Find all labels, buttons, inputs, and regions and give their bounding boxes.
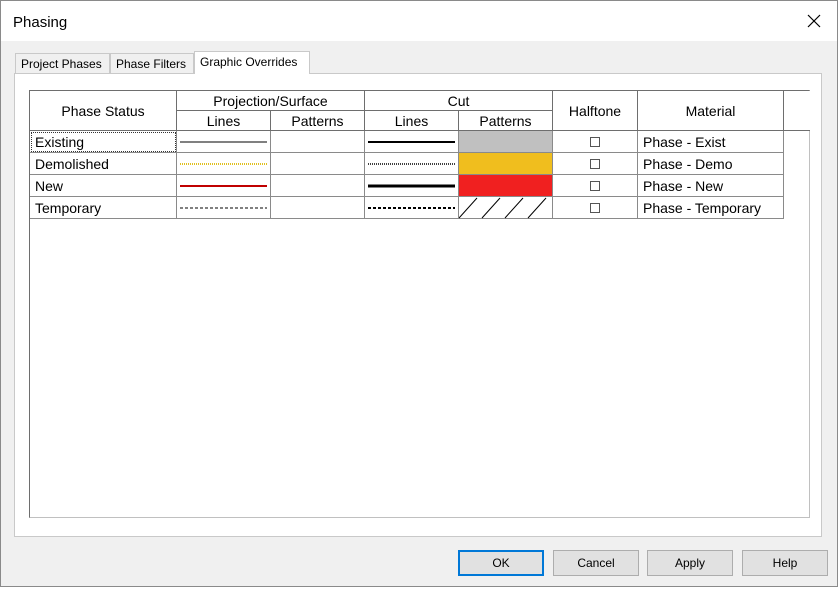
header-projection-patterns: Patterns	[271, 111, 365, 131]
row-new-status[interactable]: New	[30, 175, 177, 197]
row-demolished-status[interactable]: Demolished	[30, 153, 177, 175]
close-button[interactable]	[797, 6, 831, 36]
row-existing-halftone[interactable]	[553, 131, 638, 153]
header-material: Material	[638, 91, 784, 131]
row-existing-projection-lines[interactable]	[177, 131, 271, 153]
header-cut-lines: Lines	[365, 111, 459, 131]
row-demolished-projection-patterns[interactable]	[271, 153, 365, 175]
row-demolished-cut-patterns[interactable]	[459, 153, 553, 175]
row-demolished-halftone[interactable]	[553, 153, 638, 175]
line-sample	[368, 184, 455, 187]
line-sample	[368, 206, 455, 209]
row-existing-projection-patterns[interactable]	[271, 131, 365, 153]
row-temporary-halftone[interactable]	[553, 197, 638, 219]
halftone-checkbox[interactable]	[590, 180, 600, 191]
header-phase-status: Phase Status	[30, 91, 177, 131]
row-temporary-projection-lines[interactable]	[177, 197, 271, 219]
apply-button[interactable]: Apply	[647, 550, 733, 576]
header-halftone: Halftone	[553, 91, 638, 131]
tab-project-phases[interactable]: Project Phases	[15, 53, 110, 73]
line-sample	[180, 207, 267, 208]
row-demolished-cut-lines[interactable]	[365, 153, 459, 175]
row-temporary-projection-patterns[interactable]	[271, 197, 365, 219]
line-sample	[368, 140, 455, 143]
line-sample	[180, 184, 267, 187]
tab-graphic-overrides[interactable]: Graphic Overrides	[194, 51, 310, 74]
header-cut-patterns: Patterns	[459, 111, 553, 131]
header-projection-surface: Projection/Surface	[177, 91, 365, 111]
close-icon	[807, 14, 821, 28]
row-temporary-material[interactable]: Phase - Temporary	[638, 197, 784, 219]
row-existing-cut-lines[interactable]	[365, 131, 459, 153]
header-spacer	[784, 91, 810, 131]
row-demolished-material[interactable]: Phase - Demo	[638, 153, 784, 175]
row-new-projection-lines[interactable]	[177, 175, 271, 197]
cancel-button[interactable]: Cancel	[553, 550, 639, 576]
phasing-dialog: Phasing Project Phases Phase Filters Gra…	[0, 0, 838, 587]
header-projection-lines: Lines	[177, 111, 271, 131]
row-existing-material[interactable]: Phase - Exist	[638, 131, 784, 153]
help-button[interactable]: Help	[742, 550, 828, 576]
row-existing-status[interactable]: Existing	[30, 131, 177, 153]
window-title: Phasing	[13, 14, 68, 31]
tab-phase-filters[interactable]: Phase Filters	[110, 53, 194, 73]
graphic-overrides-panel: Phase Status Projection/Surface Cut Half…	[14, 73, 822, 537]
row-new-cut-patterns[interactable]	[459, 175, 553, 197]
halftone-checkbox[interactable]	[590, 136, 600, 147]
overrides-grid: Phase Status Projection/Surface Cut Half…	[29, 90, 810, 518]
row-temporary-cut-patterns[interactable]	[459, 197, 553, 219]
title-bar: Phasing	[1, 1, 837, 41]
line-sample	[368, 162, 455, 165]
row-new-cut-lines[interactable]	[365, 175, 459, 197]
line-sample	[180, 141, 267, 142]
row-existing-cut-patterns[interactable]	[459, 131, 553, 153]
line-sample	[180, 162, 267, 165]
row-temporary-cut-lines[interactable]	[365, 197, 459, 219]
row-demolished-projection-lines[interactable]	[177, 153, 271, 175]
ok-button[interactable]: OK	[458, 550, 544, 576]
halftone-checkbox[interactable]	[590, 158, 600, 169]
header-cut: Cut	[365, 91, 553, 111]
halftone-checkbox[interactable]	[590, 202, 600, 213]
diagonal-hatch-pattern	[459, 197, 547, 218]
row-new-material[interactable]: Phase - New	[638, 175, 784, 197]
row-new-projection-patterns[interactable]	[271, 175, 365, 197]
row-new-halftone[interactable]	[553, 175, 638, 197]
row-temporary-status[interactable]: Temporary	[30, 197, 177, 219]
